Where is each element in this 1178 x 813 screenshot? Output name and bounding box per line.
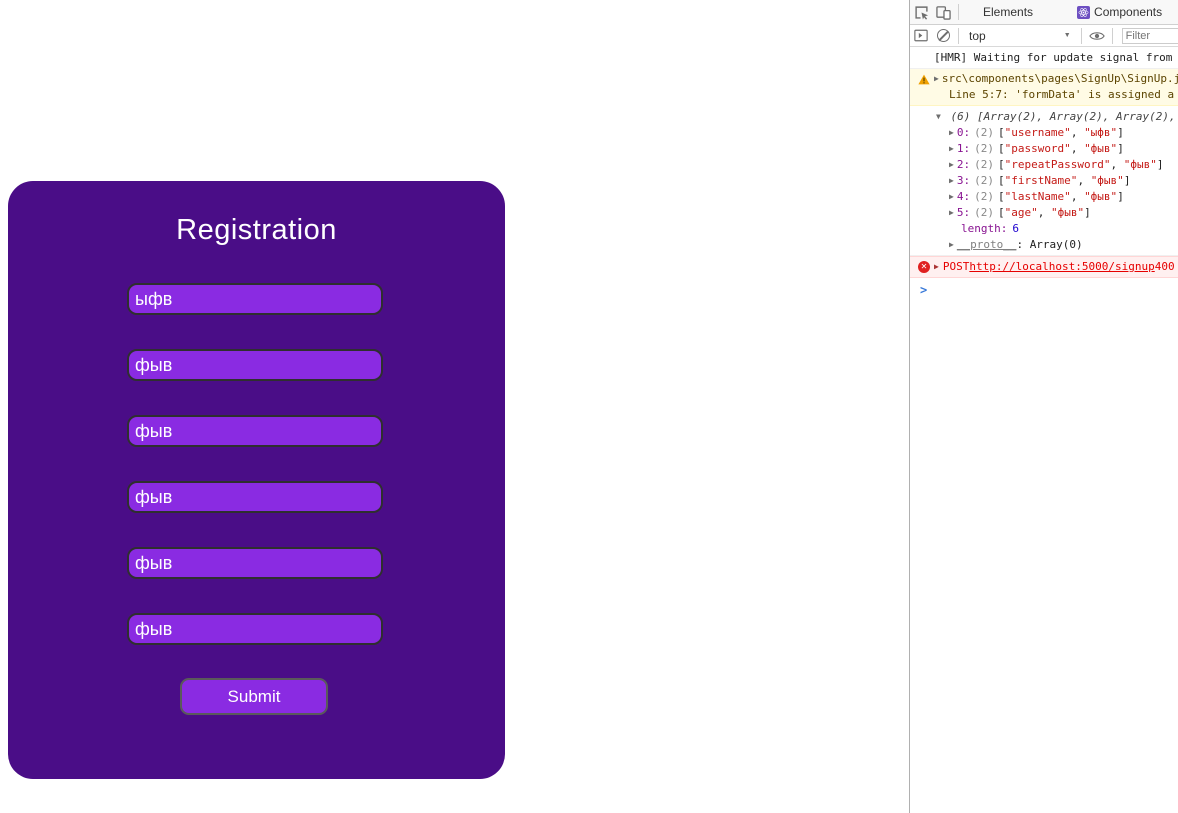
array-proto-row: ▶ __proto__: Array(0)	[949, 238, 1083, 251]
registration-card: Registration Submit	[8, 181, 505, 779]
submit-button[interactable]: Submit	[180, 678, 328, 715]
error-url-link[interactable]: http://localhost:5000/signup	[969, 259, 1154, 275]
expand-caret-icon[interactable]: ▶	[949, 192, 954, 201]
context-selector[interactable]: top	[969, 29, 986, 43]
device-toolbar-icon[interactable]	[932, 2, 954, 22]
password-field[interactable]	[127, 349, 383, 381]
inspect-element-icon[interactable]	[910, 2, 932, 22]
array-entry: ▶ 1: (2) ["password", "фыв"]	[949, 142, 1124, 155]
warning-source: src\components\pages\SignUp\SignUp.js	[941, 72, 1178, 85]
array-preview: (6) [Array(2), Array(2), Array(2), Arr	[950, 110, 1178, 123]
error-method: POST	[942, 260, 970, 273]
array-entry: ▶ 4: (2) ["lastName", "фыв"]	[949, 190, 1124, 203]
first-name-field[interactable]	[127, 481, 383, 513]
chevron-down-icon[interactable]: ▼	[1064, 32, 1071, 39]
warning-detail: Line 5:7: 'formData' is assigned a	[949, 88, 1175, 101]
console-warning: ▶ src\components\pages\SignUp\SignUp.js …	[910, 69, 1178, 106]
console-output: [HMR] Waiting for update signal from ▶ s…	[910, 47, 1178, 301]
tab-components-label: Components	[1094, 5, 1163, 19]
console-message-hmr: [HMR] Waiting for update signal from	[910, 47, 1178, 69]
array-entry: ▶ 3: (2) ["firstName", "фыв"]	[949, 174, 1131, 187]
toolbar-divider	[1111, 27, 1113, 44]
expand-caret-icon[interactable]: ▶	[934, 259, 939, 275]
hmr-text: [HMR] Waiting for update signal from	[934, 51, 1173, 64]
expand-caret-icon[interactable]: ▶	[934, 71, 939, 87]
expand-caret-icon[interactable]: ▶	[949, 208, 954, 217]
expand-caret-icon[interactable]: ▶	[949, 176, 954, 185]
filter-input[interactable]	[1121, 27, 1178, 44]
array-entry: ▶ 0: (2) ["username", "ыфв"]	[949, 126, 1124, 139]
react-components-icon	[1077, 5, 1091, 19]
tab-elements-label: Elements	[983, 5, 1034, 19]
username-field[interactable]	[127, 283, 383, 315]
toolbar-divider	[1080, 27, 1082, 44]
console-error: ✕ ▶ POST http://localhost:5000/signup 40…	[910, 256, 1178, 278]
expand-caret-icon[interactable]: ▶	[949, 240, 954, 249]
warning-icon	[918, 74, 930, 85]
expand-caret-icon[interactable]: ▶	[949, 160, 954, 169]
console-sidebar-icon[interactable]	[910, 26, 932, 46]
tab-components[interactable]: Components	[1069, 0, 1170, 24]
clear-console-icon[interactable]	[932, 26, 954, 46]
page-title: Registration	[176, 214, 337, 246]
tab-elements[interactable]: Elements	[975, 0, 1041, 24]
devtools-tab-bar: Elements Components Console	[910, 0, 1178, 25]
devtools-panel: Elements Components Console top ▼ [HMR] …	[909, 0, 1178, 813]
expand-caret-icon[interactable]: ▶	[949, 144, 954, 153]
error-status: 400	[1154, 260, 1175, 273]
prompt-chevron-icon: >	[920, 283, 928, 297]
toolbar-divider	[958, 27, 959, 44]
expand-caret-icon[interactable]: ▶	[949, 128, 954, 137]
last-name-field[interactable]	[127, 547, 383, 579]
console-array-log: ▼ (6) [Array(2), Array(2), Array(2), Arr…	[910, 106, 1178, 256]
array-entry: ▶ 5: (2) ["age", "фыв"]	[949, 206, 1091, 219]
console-prompt[interactable]: >	[910, 278, 1178, 301]
collapse-caret-icon[interactable]: ▼	[936, 112, 941, 121]
console-toolbar: top ▼	[910, 25, 1178, 47]
array-length-row: length: 6	[961, 222, 1019, 235]
toolbar-divider	[958, 4, 959, 20]
repeat-password-field[interactable]	[127, 415, 383, 447]
age-field[interactable]	[127, 613, 383, 645]
array-entry: ▶ 2: (2) ["repeatPassword", "фыв"]	[949, 158, 1164, 171]
eye-icon[interactable]	[1086, 26, 1108, 46]
error-icon: ✕	[918, 261, 930, 273]
